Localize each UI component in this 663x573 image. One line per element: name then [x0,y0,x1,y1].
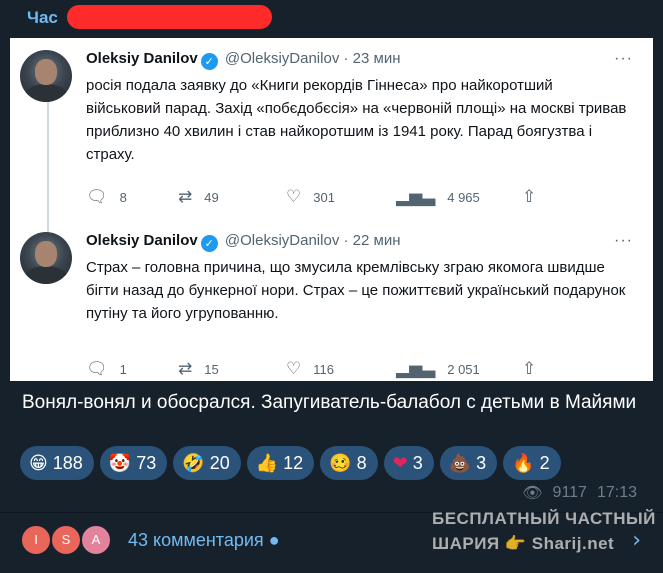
reaction-heart[interactable]: ❤ 3 [383,446,434,480]
author-handle: @OleksiyDanilov [224,50,340,67]
tweet-header: Oleksiy Danilov ✓ @OleksiyDanilov · 22 ми… [86,232,401,252]
share-action: ⇧ [522,187,536,207]
views-action: ▂▅▃ 2 051 [396,359,480,379]
like-count: 301 [313,189,335,205]
avatar [20,232,72,284]
views-action: ▂▅▃ 4 965 [396,187,480,207]
thumbs-up-emoji-icon: 👍 [255,452,279,474]
unread-dot-icon: ● [268,529,280,550]
verified-badge-icon: ✓ [200,235,218,252]
avatar: I [20,524,52,556]
reply-count: 8 [119,189,127,205]
redaction-mark [67,5,272,29]
fire-emoji-icon: 🔥 [512,452,535,474]
share-icon: ⇧ [522,187,537,207]
analytics-icon: ▂▅▃ [396,359,436,379]
heart-icon: ♡ [286,359,302,379]
retweet-count: 49 [204,189,219,205]
reaction-count: 8 [356,452,367,473]
comments-label: 43 комментария [128,529,264,550]
comments-button[interactable]: I S A 43 комментария ● [20,524,280,556]
share-action: ⇧ [522,359,536,379]
eye-icon: 👁 [522,483,543,502]
views-count: 4 965 [447,189,480,205]
tweet-text: Страх – головна причина, що змусила крем… [86,259,626,322]
avatar: A [80,524,112,556]
channel-name-prefix: Час [27,8,58,27]
tweet-header: Oleksiy Danilov ✓ @OleksiyDanilov · 23 ми… [86,50,401,70]
clown-emoji-icon: 🤡 [108,452,132,474]
retweet-action: ⇄ 15 [178,359,219,379]
tweet-text: росія подала заявку до «Книги рекордів Г… [86,77,627,163]
heart-icon: ♡ [286,187,302,207]
tweet-screenshot-image[interactable]: Oleksiy Danilov ✓ @OleksiyDanilov · 23 ми… [10,38,653,381]
reaction-count: 3 [412,452,423,473]
channel-name[interactable]: ЧасІЯ [27,5,272,29]
tweet-time: 22 мин [352,232,401,249]
reaction-count: 188 [52,452,83,473]
watermark-line2: ШАРИЯ 👉 Sharij.net [432,534,615,553]
reply-action: 🗨 1 [86,359,127,379]
tweet-actions: 🗨 8 ⇄ 49 ♡ 301 ▂▅▃ 4 965 ⇧ [86,187,556,207]
analytics-icon: ▂▅▃ [396,187,436,207]
reaction-thumbs-up[interactable]: 👍 12 [246,446,315,480]
poop-emoji-icon: 💩 [448,452,472,474]
reaction-count: 2 [539,452,550,473]
reaction-poop[interactable]: 💩 3 [439,446,498,480]
reaction-clown[interactable]: 🤡 73 [99,446,168,480]
tweet-time: 23 мин [352,50,401,67]
retweet-icon: ⇄ [178,359,193,379]
retweet-icon: ⇄ [178,187,193,207]
separator: · [343,50,349,67]
avatar: S [50,524,82,556]
reaction-fire[interactable]: 🔥 2 [503,446,561,480]
reactions-bar: 😁 188 🤡 73 🤣 20 👍 12 🥴 8 ❤ 3 💩 3 🔥 2 [20,446,650,480]
retweet-action: ⇄ 49 [178,187,219,207]
reaction-woozy[interactable]: 🥴 8 [320,446,378,480]
like-count: 116 [313,361,334,377]
channel-header[interactable]: ЧасІЯ [0,0,663,38]
more-icon: ··· [614,50,633,67]
message-text: Вонял-вонял и обосрался. Запугиватель-ба… [22,392,637,413]
commenter-avatars: I S A [20,524,120,556]
heart-emoji-icon: ❤ [392,452,408,474]
grin-emoji-icon: 😁 [29,452,48,474]
reaction-count: 20 [209,452,230,473]
reply-count: 1 [119,361,127,377]
author-handle: @OleksiyDanilov [224,232,340,249]
reaction-rofl[interactable]: 🤣 20 [173,446,241,480]
reply-action: 🗨 8 [86,187,127,207]
separator: · [343,232,349,249]
avatar [20,50,72,102]
author-name: Oleksiy Danilov [86,232,198,249]
author-name: Oleksiy Danilov [86,50,198,67]
view-count: 9117 [552,483,587,501]
watermark-line1: БЕСПЛАТНЫЙ ЧАСТНЫЙ [432,509,656,528]
verified-badge-icon: ✓ [200,53,218,70]
watermark: БЕСПЛАТНЫЙ ЧАСТНЫЙ ШАРИЯ 👉 Sharij.net [432,508,657,555]
reaction-grin[interactable]: 😁 188 [20,446,94,480]
like-action: ♡ 116 [286,359,334,379]
message-meta: 👁 9117 17:13 [522,483,637,502]
more-icon: ··· [614,232,633,249]
retweet-count: 15 [204,361,219,377]
reaction-count: 12 [283,452,304,473]
tweet-actions: 🗨 1 ⇄ 15 ♡ 116 ▂▅▃ 2 051 ⇧ [86,359,556,379]
rofl-emoji-icon: 🤣 [182,452,205,474]
like-action: ♡ 301 [286,187,335,207]
reaction-count: 73 [136,452,157,473]
reply-icon: 🗨 [86,187,108,207]
woozy-emoji-icon: 🥴 [329,452,352,474]
reaction-count: 3 [476,452,487,473]
message-time: 17:13 [596,483,637,501]
reply-icon: 🗨 [86,359,108,379]
share-icon: ⇧ [522,359,537,379]
views-count: 2 051 [447,361,480,377]
